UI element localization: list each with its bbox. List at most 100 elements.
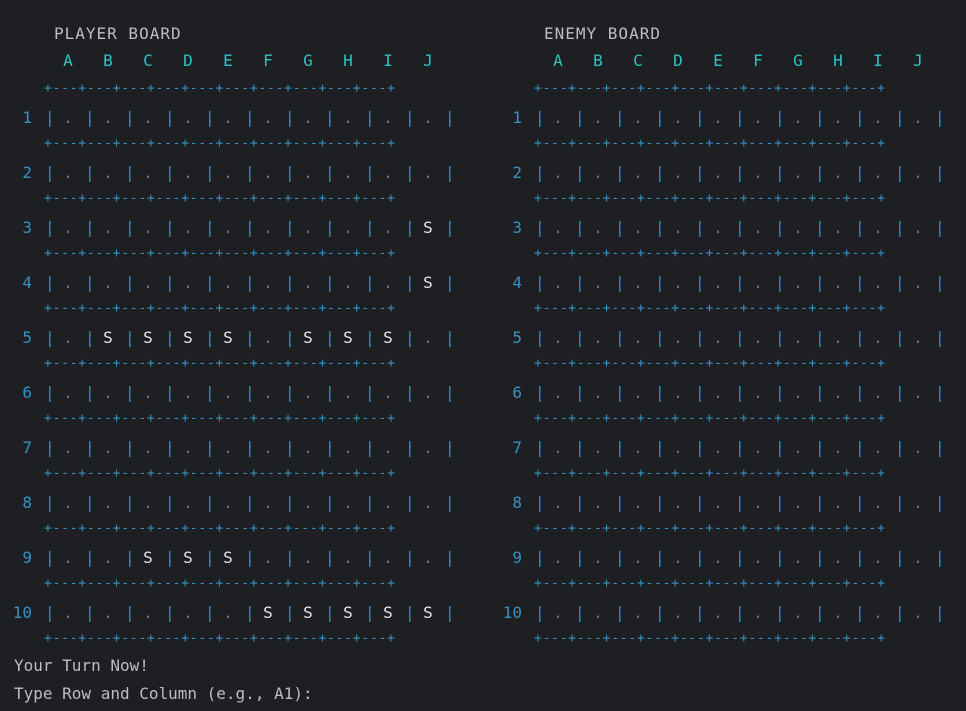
- grid-cell-g10[interactable]: .: [788, 603, 808, 622]
- grid-cell-c4[interactable]: .: [628, 273, 648, 292]
- grid-cell-f4[interactable]: .: [748, 273, 768, 292]
- grid-cell-h6[interactable]: .: [828, 383, 848, 402]
- grid-cell-i3[interactable]: .: [868, 218, 888, 237]
- grid-cell-f10[interactable]: .: [748, 603, 768, 622]
- grid-cell-d7[interactable]: .: [668, 438, 688, 457]
- grid-cell-j4[interactable]: .: [908, 273, 928, 292]
- grid-cell-g1[interactable]: .: [788, 108, 808, 127]
- grid-cell-g4[interactable]: .: [788, 273, 808, 292]
- grid-cell-d4[interactable]: .: [668, 273, 688, 292]
- grid-cell-d1[interactable]: .: [668, 108, 688, 127]
- grid-cell-d10[interactable]: .: [668, 603, 688, 622]
- grid-cell-e2[interactable]: .: [708, 163, 728, 182]
- grid-cell-j5[interactable]: .: [908, 328, 928, 347]
- grid-cell-i9[interactable]: .: [868, 548, 888, 567]
- grid-cell-g9[interactable]: .: [788, 548, 808, 567]
- grid-cell-b5[interactable]: .: [588, 328, 608, 347]
- grid-cell-c1[interactable]: .: [628, 108, 648, 127]
- grid-cell-g8[interactable]: .: [788, 493, 808, 512]
- grid-cell-f9[interactable]: .: [748, 548, 768, 567]
- grid-cell-j9[interactable]: .: [908, 548, 928, 567]
- grid-cell-h3[interactable]: .: [828, 218, 848, 237]
- grid-cell-i7[interactable]: .: [868, 438, 888, 457]
- grid-cell-i2[interactable]: .: [868, 163, 888, 182]
- grid-cell-h5[interactable]: .: [828, 328, 848, 347]
- grid-cell-a9[interactable]: .: [548, 548, 568, 567]
- grid-cell-d3[interactable]: .: [668, 218, 688, 237]
- grid-cell-b4[interactable]: .: [588, 273, 608, 292]
- grid-cell-c6[interactable]: .: [628, 383, 648, 402]
- grid-cell-b7[interactable]: .: [588, 438, 608, 457]
- grid-cell-f3[interactable]: .: [748, 218, 768, 237]
- grid-cell-c8[interactable]: .: [628, 493, 648, 512]
- grid-cell-d2[interactable]: .: [668, 163, 688, 182]
- grid-cell-e10[interactable]: .: [708, 603, 728, 622]
- grid-cell-f5[interactable]: .: [748, 328, 768, 347]
- grid-cell-g3[interactable]: .: [788, 218, 808, 237]
- grid-cell-e3[interactable]: .: [708, 218, 728, 237]
- grid-cell-i10[interactable]: .: [868, 603, 888, 622]
- grid-cell-i1[interactable]: .: [868, 108, 888, 127]
- grid-cell-e1[interactable]: .: [708, 108, 728, 127]
- grid-cell-b10[interactable]: .: [588, 603, 608, 622]
- grid-cell-h8[interactable]: .: [828, 493, 848, 512]
- grid-cell-a10[interactable]: .: [548, 603, 568, 622]
- grid-cell-g5[interactable]: .: [788, 328, 808, 347]
- grid-cell-j6[interactable]: .: [908, 383, 928, 402]
- grid-cell-e4[interactable]: .: [708, 273, 728, 292]
- grid-cell-j10[interactable]: .: [908, 603, 928, 622]
- grid-cell-j1[interactable]: .: [908, 108, 928, 127]
- grid-cell-g6[interactable]: .: [788, 383, 808, 402]
- grid-cell-e5[interactable]: .: [708, 328, 728, 347]
- grid-cell-b1[interactable]: .: [588, 108, 608, 127]
- grid-cell-f6[interactable]: .: [748, 383, 768, 402]
- grid-cell-b9[interactable]: .: [588, 548, 608, 567]
- grid-cell-h9[interactable]: .: [828, 548, 848, 567]
- grid-cell-g7[interactable]: .: [788, 438, 808, 457]
- grid-cell-h10[interactable]: .: [828, 603, 848, 622]
- grid-cell-i6[interactable]: .: [868, 383, 888, 402]
- grid-cell-b2[interactable]: .: [588, 163, 608, 182]
- grid-cell-f7[interactable]: .: [748, 438, 768, 457]
- grid-cell-a1[interactable]: .: [548, 108, 568, 127]
- grid-cell-i4[interactable]: .: [868, 273, 888, 292]
- grid-cell-d5[interactable]: .: [668, 328, 688, 347]
- grid-cell-c10[interactable]: .: [628, 603, 648, 622]
- grid-cell-d9[interactable]: .: [668, 548, 688, 567]
- grid-cell-b8[interactable]: .: [588, 493, 608, 512]
- grid-cell-j2[interactable]: .: [908, 163, 928, 182]
- grid-cell-c3[interactable]: .: [628, 218, 648, 237]
- grid-cell-a2[interactable]: .: [548, 163, 568, 182]
- grid-cell-e8[interactable]: .: [708, 493, 728, 512]
- grid-cell-e7[interactable]: .: [708, 438, 728, 457]
- grid-cell-d8[interactable]: .: [668, 493, 688, 512]
- grid-cell-d6[interactable]: .: [668, 383, 688, 402]
- grid-cell-a4[interactable]: .: [548, 273, 568, 292]
- grid-cell-e9[interactable]: .: [708, 548, 728, 567]
- grid-cell-f1[interactable]: .: [748, 108, 768, 127]
- grid-cell-e6[interactable]: .: [708, 383, 728, 402]
- grid-cell-h4[interactable]: .: [828, 273, 848, 292]
- grid-cell-a8[interactable]: .: [548, 493, 568, 512]
- grid-cell-a5[interactable]: .: [548, 328, 568, 347]
- grid-cell-h7[interactable]: .: [828, 438, 848, 457]
- grid-cell-f8[interactable]: .: [748, 493, 768, 512]
- grid-cell-f2[interactable]: .: [748, 163, 768, 182]
- grid-cell-c5[interactable]: .: [628, 328, 648, 347]
- grid-cell-i5[interactable]: .: [868, 328, 888, 347]
- grid-cell-h1[interactable]: .: [828, 108, 848, 127]
- grid-cell-j3[interactable]: .: [908, 218, 928, 237]
- grid-cell-i8[interactable]: .: [868, 493, 888, 512]
- grid-cell-a6[interactable]: .: [548, 383, 568, 402]
- grid-cell-h2[interactable]: .: [828, 163, 848, 182]
- grid-cell-c9[interactable]: .: [628, 548, 648, 567]
- grid-cell-c7[interactable]: .: [628, 438, 648, 457]
- grid-cell-c2[interactable]: .: [628, 163, 648, 182]
- grid-cell-a3[interactable]: .: [548, 218, 568, 237]
- grid-cell-b3[interactable]: .: [588, 218, 608, 237]
- grid-cell-g2[interactable]: .: [788, 163, 808, 182]
- input-prompt[interactable]: Type Row and Column (e.g., A1):: [14, 684, 313, 703]
- grid-cell-j7[interactable]: .: [908, 438, 928, 457]
- grid-cell-a7[interactable]: .: [548, 438, 568, 457]
- grid-cell-b6[interactable]: .: [588, 383, 608, 402]
